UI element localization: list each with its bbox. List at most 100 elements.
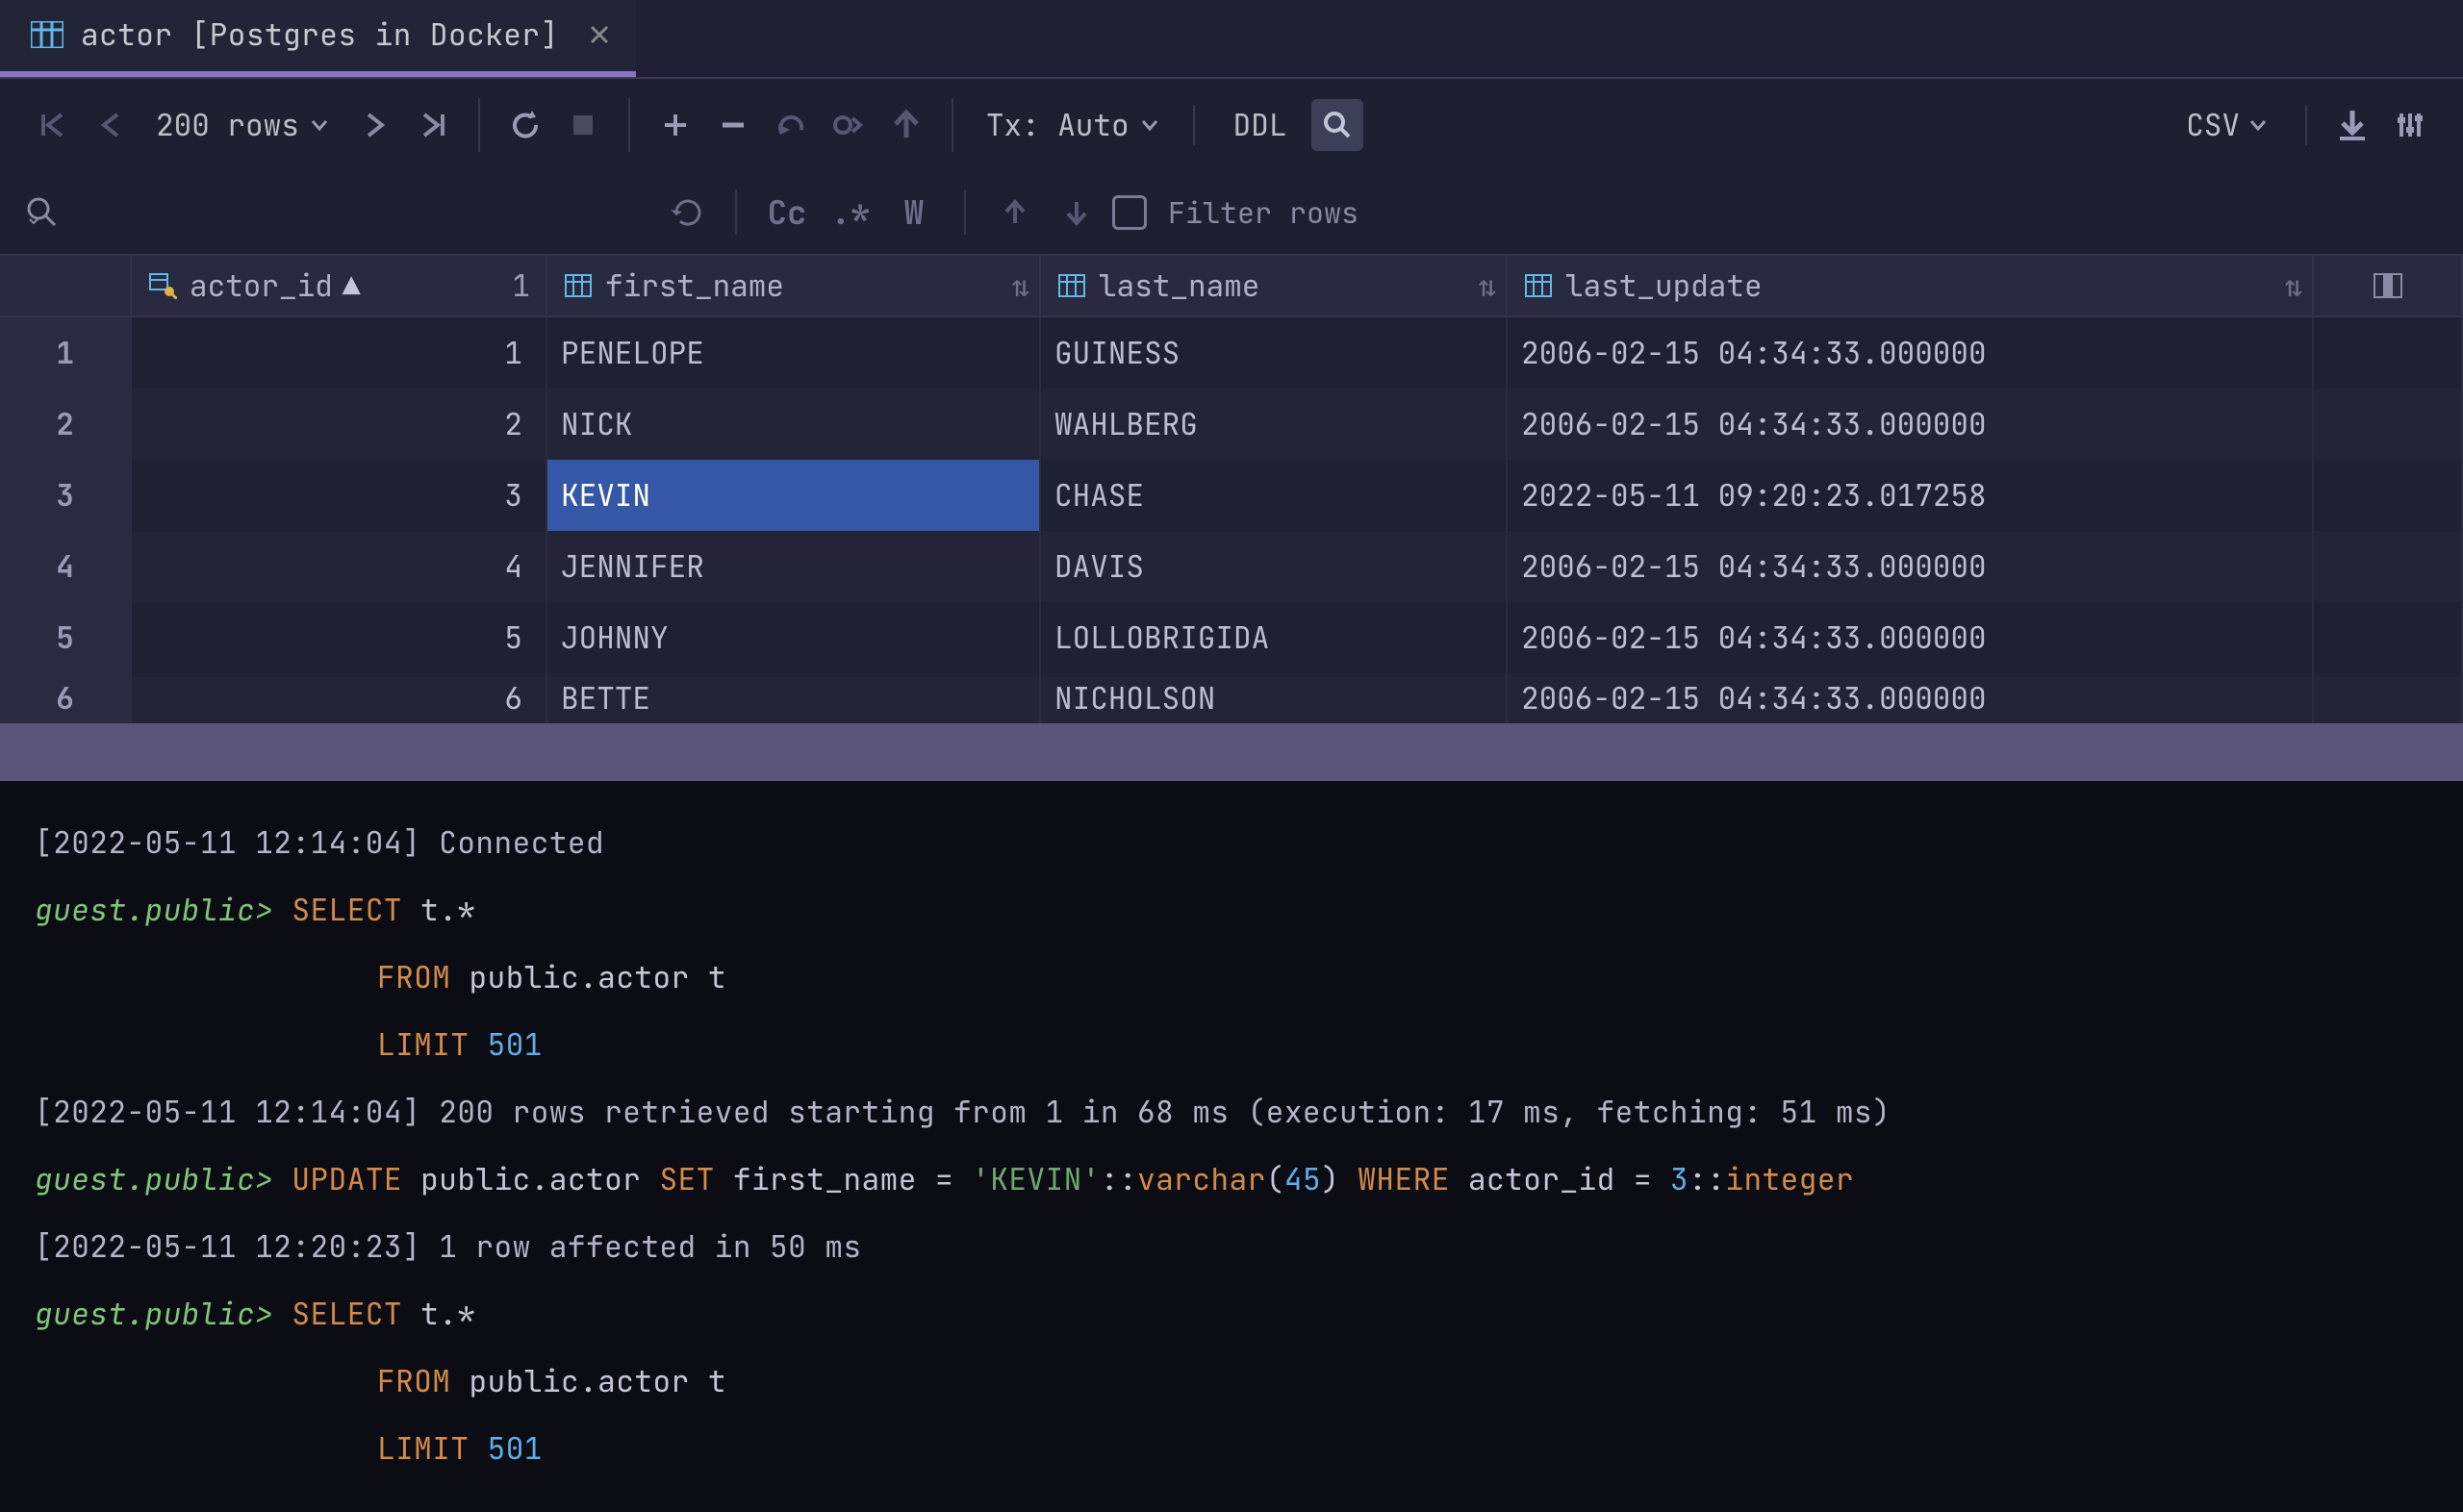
search-input-icon[interactable] [21, 191, 63, 234]
row-number[interactable]: 6 [0, 673, 132, 723]
ddl-button[interactable]: DDL [1214, 99, 1307, 151]
data-grid: actor_id ▲ 1 first_name ⇅ last_name ⇅ la… [0, 256, 2463, 723]
cell-last-update[interactable]: 2006-02-15 04:34:33.000000 [1508, 602, 2314, 673]
settings-button[interactable] [2384, 99, 2436, 151]
row-number-header[interactable] [0, 256, 132, 315]
column-icon [1054, 268, 1089, 303]
chevron-down-icon [309, 114, 330, 136]
filter-checkbox[interactable] [1112, 195, 1147, 230]
column-name: actor_id [190, 266, 333, 306]
columns-menu-button[interactable] [2314, 256, 2463, 315]
table-row[interactable]: 22NICKWAHLBERG2006-02-15 04:34:33.000000 [0, 389, 2463, 460]
column-sort-icon[interactable]: ⇅ [1011, 266, 1029, 306]
table-row[interactable]: 33KEVINCHASE2022-05-11 09:20:23.017258 [0, 460, 2463, 531]
cell-last-name[interactable]: LOLLOBRIGIDA [1041, 602, 1508, 673]
match-case-button[interactable]: Cc [760, 191, 814, 235]
column-icon [561, 268, 596, 303]
cell-last-name[interactable]: GUINESS [1041, 317, 1508, 389]
history-button[interactable] [660, 187, 712, 239]
cell-actor-id[interactable]: 6 [132, 673, 547, 723]
column-sort-icon[interactable]: ⇅ [2284, 266, 2302, 306]
panel-divider[interactable] [0, 723, 2463, 781]
close-icon[interactable] [586, 21, 613, 48]
regex-button[interactable]: .* [824, 191, 877, 235]
cell-first-name[interactable]: BETTE [547, 673, 1041, 723]
output-console[interactable]: [2022-05-11 12:14:04] Connected guest.pu… [0, 781, 2463, 1512]
main-toolbar: 200 rows Tx: Auto DDL CSV [0, 79, 2463, 171]
cell-last-update[interactable]: 2022-05-11 09:20:23.017258 [1508, 460, 2314, 531]
cell-last-update[interactable]: 2006-02-15 04:34:33.000000 [1508, 389, 2314, 460]
reload-button[interactable] [499, 99, 551, 151]
first-page-button[interactable] [27, 99, 79, 151]
sort-index: 1 [512, 266, 530, 306]
cell-extra [2314, 389, 2463, 460]
cell-extra [2314, 602, 2463, 673]
cell-first-name[interactable]: JENNIFER [547, 531, 1041, 602]
next-match-button[interactable] [1051, 187, 1103, 239]
cell-actor-id[interactable]: 2 [132, 389, 547, 460]
prev-match-button[interactable] [989, 187, 1041, 239]
cell-actor-id[interactable]: 5 [132, 602, 547, 673]
stop-button[interactable] [557, 99, 609, 151]
table-row[interactable]: 11PENELOPEGUINESS2006-02-15 04:34:33.000… [0, 317, 2463, 389]
next-page-button[interactable] [349, 99, 401, 151]
search-button[interactable] [1311, 99, 1363, 151]
cell-last-update[interactable]: 2006-02-15 04:34:33.000000 [1508, 531, 2314, 602]
cell-first-name[interactable]: JOHNNY [547, 602, 1041, 673]
column-name: last_name [1099, 266, 1259, 306]
rows-dropdown[interactable]: 200 rows [142, 99, 343, 151]
column-header-first-name[interactable]: first_name ⇅ [547, 256, 1041, 315]
rows-count-label: 200 rows [156, 106, 299, 145]
cell-last-update[interactable]: 2006-02-15 04:34:33.000000 [1508, 317, 2314, 389]
words-button[interactable]: W [887, 191, 941, 235]
column-header-last-update[interactable]: last_update ⇅ [1508, 256, 2314, 315]
add-row-button[interactable] [649, 99, 701, 151]
export-format-dropdown[interactable]: CSV [2169, 99, 2286, 151]
table-row[interactable]: 55JOHNNYLOLLOBRIGIDA2006-02-15 04:34:33.… [0, 602, 2463, 673]
column-header-actor-id[interactable]: actor_id ▲ 1 [132, 256, 547, 315]
cell-first-name[interactable]: NICK [547, 389, 1041, 460]
cell-extra [2314, 317, 2463, 389]
row-number[interactable]: 2 [0, 389, 132, 460]
log-message: 200 rows retrieved starting from 1 in 68… [439, 1093, 1891, 1132]
tx-mode-dropdown[interactable]: Tx: Auto [973, 99, 1174, 151]
row-number[interactable]: 5 [0, 602, 132, 673]
tx-mode-label: Tx: Auto [986, 106, 1130, 145]
table-icon [29, 19, 65, 50]
cell-last-update[interactable]: 2006-02-15 04:34:33.000000 [1508, 673, 2314, 723]
cell-extra [2314, 531, 2463, 602]
download-button[interactable] [2326, 99, 2378, 151]
cell-last-name[interactable]: DAVIS [1041, 531, 1508, 602]
prev-page-button[interactable] [85, 99, 137, 151]
chevron-down-icon [1139, 114, 1160, 136]
chevron-down-icon [2247, 114, 2269, 136]
cell-last-name[interactable]: WAHLBERG [1041, 389, 1508, 460]
row-number[interactable]: 3 [0, 460, 132, 531]
cell-actor-id[interactable]: 1 [132, 317, 547, 389]
cell-last-name[interactable]: CHASE [1041, 460, 1508, 531]
column-name: last_update [1565, 266, 1763, 306]
row-number[interactable]: 4 [0, 531, 132, 602]
submit-button[interactable] [880, 99, 932, 151]
cell-actor-id[interactable]: 4 [132, 531, 547, 602]
table-row[interactable]: 66BETTENICHOLSON2006-02-15 04:34:33.0000… [0, 673, 2463, 723]
cell-last-name[interactable]: NICHOLSON [1041, 673, 1508, 723]
tab-actor[interactable]: actor [Postgres in Docker] [0, 0, 636, 77]
sort-asc-icon: ▲ [343, 266, 361, 306]
commit-preview-button[interactable] [823, 99, 875, 151]
cell-first-name[interactable]: KEVIN [547, 460, 1041, 531]
key-column-icon [145, 268, 180, 303]
last-page-button[interactable] [407, 99, 459, 151]
revert-button[interactable] [765, 99, 817, 151]
cell-first-name[interactable]: PENELOPE [547, 317, 1041, 389]
table-row[interactable]: 44JENNIFERDAVIS2006-02-15 04:34:33.00000… [0, 531, 2463, 602]
tab-title: actor [Postgres in Docker] [81, 15, 559, 55]
filter-rows-label: Filter rows [1168, 193, 1358, 232]
row-number[interactable]: 1 [0, 317, 132, 389]
cell-actor-id[interactable]: 3 [132, 460, 547, 531]
console-prompt: guest.public> [35, 1160, 273, 1199]
log-timestamp: [2022-05-11 12:14:04] [35, 823, 420, 863]
column-header-last-name[interactable]: last_name ⇅ [1041, 256, 1508, 315]
column-sort-icon[interactable]: ⇅ [1478, 266, 1496, 306]
remove-row-button[interactable] [707, 99, 759, 151]
